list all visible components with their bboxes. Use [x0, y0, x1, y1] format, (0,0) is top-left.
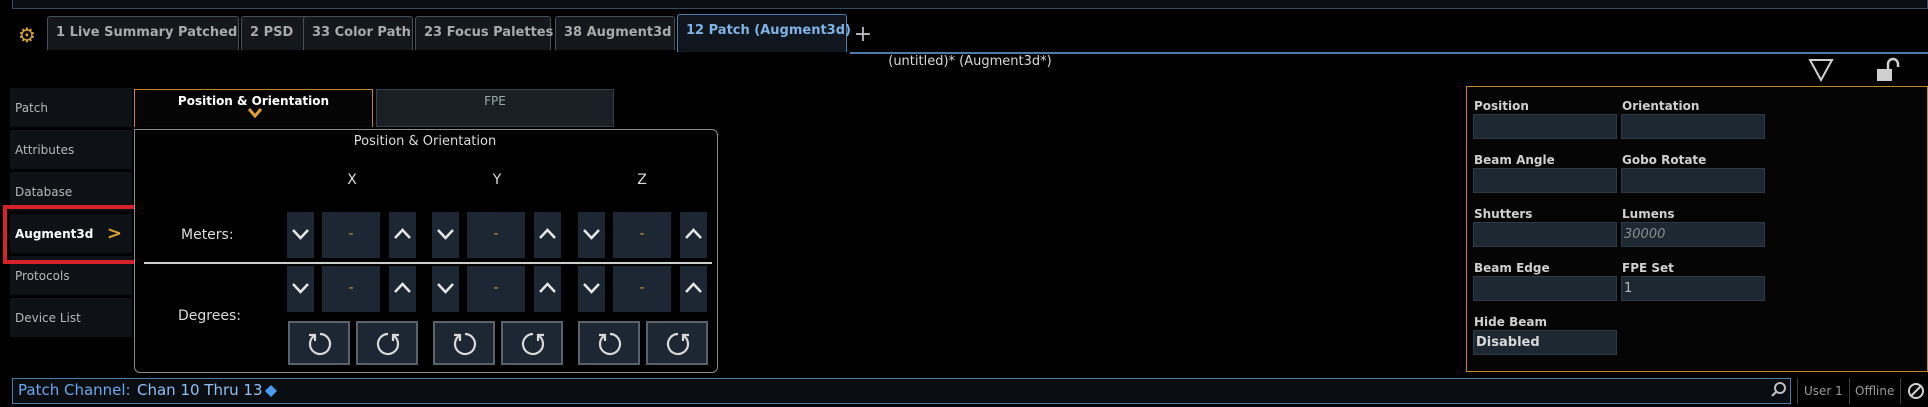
- rotate-cw-icon: [521, 332, 545, 356]
- gobo-rotate-field[interactable]: [1621, 168, 1765, 193]
- chevron-up-icon: [394, 228, 411, 239]
- chevron-down-icon: [437, 283, 454, 294]
- meters-y-increment-button[interactable]: [534, 212, 561, 258]
- degrees-z-value[interactable]: -: [613, 266, 671, 312]
- degrees-z-increment-button[interactable]: [680, 266, 707, 312]
- meters-y-decrement-button[interactable]: [432, 212, 459, 258]
- orientation-label: Orientation: [1622, 99, 1700, 113]
- shutters-field[interactable]: [1473, 222, 1617, 247]
- chevron-down-icon: [583, 229, 600, 240]
- user-status: User 1: [1804, 384, 1843, 398]
- document-title: (untitled)* (Augment3d*): [888, 54, 1052, 69]
- x-rotate-cw-button[interactable]: [356, 321, 418, 365]
- nav-item-device-list[interactable]: Device List: [10, 298, 132, 338]
- status-separator: [1849, 378, 1850, 404]
- degrees-x-increment-button[interactable]: [389, 266, 416, 312]
- meters-z-decrement-button[interactable]: [578, 212, 605, 258]
- gear-icon[interactable]: ⚙: [16, 24, 38, 46]
- tab-patch-augment3d[interactable]: 12 Patch (Augment3d): [677, 14, 851, 52]
- status-separator: [1797, 378, 1798, 404]
- command-line[interactable]: [12, 378, 1791, 404]
- z-rotate-ccw-button[interactable]: [578, 321, 640, 365]
- rotate-ccw-icon: [598, 332, 622, 356]
- chevron-up-icon: [685, 228, 702, 239]
- axis-label-z: Z: [637, 172, 647, 188]
- nav-item-attributes[interactable]: Attributes: [10, 130, 132, 170]
- lumens-field[interactable]: 30000: [1621, 222, 1765, 247]
- filter-icon[interactable]: [1806, 56, 1836, 84]
- unlock-icon[interactable]: [1872, 56, 1902, 84]
- degrees-label: Degrees:: [178, 308, 241, 324]
- beam-angle-field[interactable]: [1473, 168, 1617, 193]
- beam-edge-label: Beam Edge: [1474, 261, 1550, 275]
- degrees-z-decrement-button[interactable]: [578, 266, 605, 312]
- meters-label: Meters:: [181, 227, 234, 243]
- chevron-up-icon: [394, 282, 411, 293]
- status-separator: [1900, 378, 1901, 404]
- beam-angle-label: Beam Angle: [1474, 153, 1555, 167]
- degrees-x-decrement-button[interactable]: [287, 266, 314, 312]
- connection-status: Offline: [1855, 384, 1895, 398]
- meters-x-decrement-button[interactable]: [287, 212, 314, 258]
- diamond-icon: [264, 383, 278, 397]
- chevron-up-icon: [539, 228, 556, 239]
- subtab-position-orientation[interactable]: Position & Orientation: [134, 89, 373, 127]
- search-icon[interactable]: [1770, 381, 1788, 399]
- hide-beam-label: Hide Beam: [1474, 315, 1547, 329]
- nav-item-patch[interactable]: Patch: [10, 88, 132, 128]
- axis-label-x: X: [347, 172, 357, 188]
- offline-icon: [1906, 381, 1926, 401]
- chevron-down-icon: [583, 283, 600, 294]
- y-rotate-ccw-button[interactable]: [433, 321, 495, 365]
- meters-z-increment-button[interactable]: [680, 212, 707, 258]
- tab-augment3d[interactable]: 38 Augment3d: [555, 16, 675, 50]
- degrees-y-increment-button[interactable]: [534, 266, 561, 312]
- rotate-ccw-icon: [308, 332, 332, 356]
- meters-x-increment-button[interactable]: [389, 212, 416, 258]
- degrees-y-decrement-button[interactable]: [432, 266, 459, 312]
- tab-focus-palettes[interactable]: 23 Focus Palettes: [415, 16, 553, 50]
- subtab-fpe[interactable]: FPE: [376, 89, 614, 127]
- meters-y-value[interactable]: -: [467, 212, 525, 258]
- fpe-set-field[interactable]: 1: [1621, 276, 1765, 301]
- fpe-set-label: FPE Set: [1622, 261, 1674, 275]
- meters-z-value[interactable]: -: [613, 212, 671, 258]
- panel-title: Position & Orientation: [353, 134, 497, 149]
- position-field[interactable]: [1473, 114, 1617, 139]
- meters-x-value[interactable]: -: [322, 212, 380, 258]
- selection-highlight: [3, 205, 142, 264]
- y-rotate-cw-button[interactable]: [501, 321, 563, 365]
- tab-color-path[interactable]: 33 Color Path: [303, 16, 413, 50]
- chevron-down-icon: [292, 229, 309, 240]
- degrees-x-value[interactable]: -: [322, 266, 380, 312]
- top-strip: [12, 0, 1928, 9]
- chevron-up-icon: [539, 282, 556, 293]
- command-line-label: Patch Channel:: [18, 381, 131, 399]
- subtab-label: Position & Orientation: [177, 94, 330, 108]
- gobo-rotate-label: Gobo Rotate: [1622, 153, 1707, 167]
- chevron-down-icon: [247, 108, 263, 119]
- rotate-cw-icon: [376, 332, 400, 356]
- rotate-ccw-icon: [453, 332, 477, 356]
- axis-label-y: Y: [492, 172, 502, 188]
- position-label: Position: [1474, 99, 1529, 113]
- shutters-label: Shutters: [1474, 207, 1533, 221]
- add-tab-button[interactable]: +: [853, 22, 873, 48]
- hide-beam-field[interactable]: Disabled: [1473, 330, 1617, 355]
- beam-edge-field[interactable]: [1473, 276, 1617, 301]
- degrees-y-value[interactable]: -: [467, 266, 525, 312]
- z-rotate-cw-button[interactable]: [646, 321, 708, 365]
- orientation-field[interactable]: [1621, 114, 1765, 139]
- chevron-up-icon: [685, 282, 702, 293]
- command-line-value: Chan 10 Thru 13: [137, 381, 263, 399]
- row-divider: [144, 262, 712, 264]
- x-rotate-ccw-button[interactable]: [288, 321, 350, 365]
- lumens-label: Lumens: [1622, 207, 1675, 221]
- rotate-cw-icon: [666, 332, 690, 356]
- chevron-down-icon: [292, 283, 309, 294]
- chevron-down-icon: [437, 229, 454, 240]
- tab-live-summary[interactable]: 1 Live Summary Patched: [47, 16, 239, 50]
